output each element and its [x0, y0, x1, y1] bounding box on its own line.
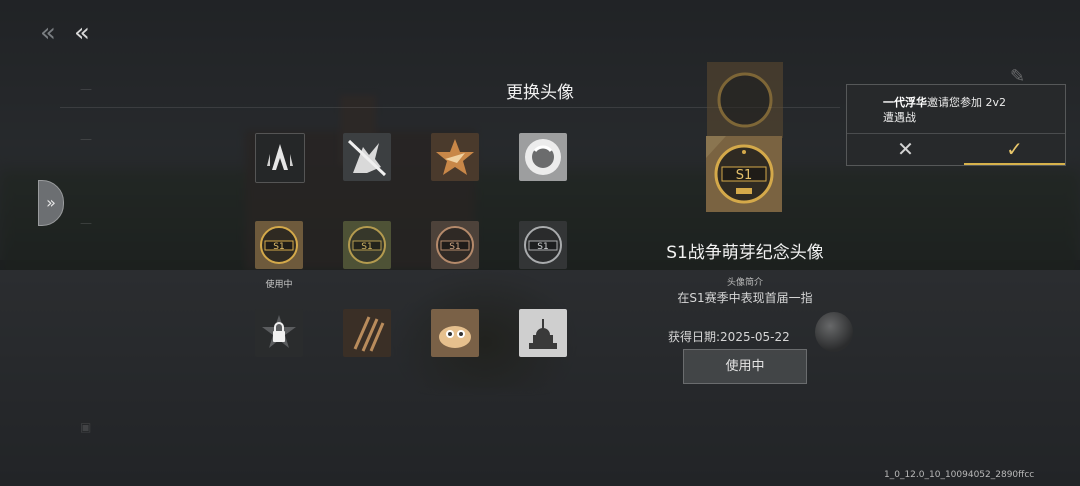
invite-message: 一代浮华邀请您参加 2v2 遭遇战	[883, 95, 1058, 125]
detail-preview-avatar: S1	[706, 136, 782, 212]
svg-text:S1: S1	[273, 242, 284, 252]
check-icon: ✓	[1006, 137, 1023, 161]
faint-menu-icon: ▣	[80, 420, 92, 434]
avatar-name: S1战争萌芽纪念头像	[666, 243, 824, 263]
fish-pilot-icon	[431, 309, 479, 357]
locked-star-icon	[255, 309, 303, 357]
avatar-option-shield-emblem[interactable]	[255, 133, 305, 183]
invite-text: 邀请您参加 2v2	[927, 96, 1007, 109]
back-button[interactable]: «	[74, 18, 100, 48]
faint-menu-line: —	[80, 82, 92, 96]
avatar-option-fish-pilot[interactable]	[431, 309, 479, 357]
avatar-option-capitol-building[interactable]	[519, 309, 567, 357]
s1-badge-gold-icon: S1	[255, 221, 303, 269]
claw-scratch-icon	[343, 309, 391, 357]
svg-text:S1: S1	[449, 242, 460, 252]
avatar-option-s1-badge-bronze[interactable]: S1	[431, 221, 479, 269]
chevron-right-icon: »	[46, 193, 56, 212]
use-avatar-button[interactable]: 使用中	[683, 349, 807, 384]
avatar-option-wolf-head[interactable]	[343, 133, 391, 181]
invite-popup: 一代浮华邀请您参加 2v2 遭遇战 ✕ ✓	[846, 84, 1066, 166]
double-chevron-left-icon: «	[74, 18, 90, 48]
avatar-option-claw-scratch[interactable]	[343, 309, 391, 357]
decline-invite-button[interactable]: ✕	[847, 134, 964, 165]
avatar-option-s1-badge-gold[interactable]: S1	[255, 221, 303, 269]
avatar-option-star-eagle[interactable]	[431, 133, 479, 181]
star-eagle-icon	[431, 133, 479, 181]
bear-mascot-icon	[519, 133, 567, 181]
invite-mode: 遭遇战	[883, 111, 916, 124]
s1-badge-silver-icon: S1	[519, 221, 567, 269]
back-button-faint: «	[40, 18, 56, 48]
shield-emblem-icon	[256, 134, 304, 182]
svg-text:S1: S1	[537, 242, 548, 252]
intro-label: 头像简介	[726, 278, 763, 288]
avatar-option-locked-star[interactable]	[255, 309, 303, 357]
detail-preview-back	[707, 62, 783, 138]
avatar-option-s1-badge-silver[interactable]: S1	[519, 221, 567, 269]
inviter-name: 一代浮华	[883, 96, 927, 109]
svg-text:S1: S1	[361, 242, 372, 252]
s1-badge-green-icon: S1	[343, 221, 391, 269]
avatar-option-s1-badge-green[interactable]: S1	[343, 221, 391, 269]
avatar-option-bear-mascot[interactable]	[519, 133, 567, 181]
in-use-label: 使用中	[265, 280, 293, 290]
faint-menu-line: —	[80, 216, 92, 230]
obtained-date: 获得日期:2025-05-22	[668, 330, 790, 344]
intro-text: 在S1赛季中表现首届一指	[677, 291, 813, 305]
accept-invite-button[interactable]: ✓	[964, 134, 1065, 165]
version-string: 1_0_12.0_10_10094052_2890ffcc	[884, 470, 1035, 480]
dialog-title: 更换头像	[506, 83, 574, 103]
faint-menu-line: —	[80, 132, 92, 146]
wolf-head-icon	[343, 133, 391, 181]
s1-badge-bronze-icon: S1	[431, 221, 479, 269]
close-icon: ✕	[897, 137, 914, 161]
svg-text:S1: S1	[736, 168, 753, 183]
s1-badge-gold-icon: S1	[706, 136, 782, 212]
capitol-building-icon	[519, 309, 567, 357]
